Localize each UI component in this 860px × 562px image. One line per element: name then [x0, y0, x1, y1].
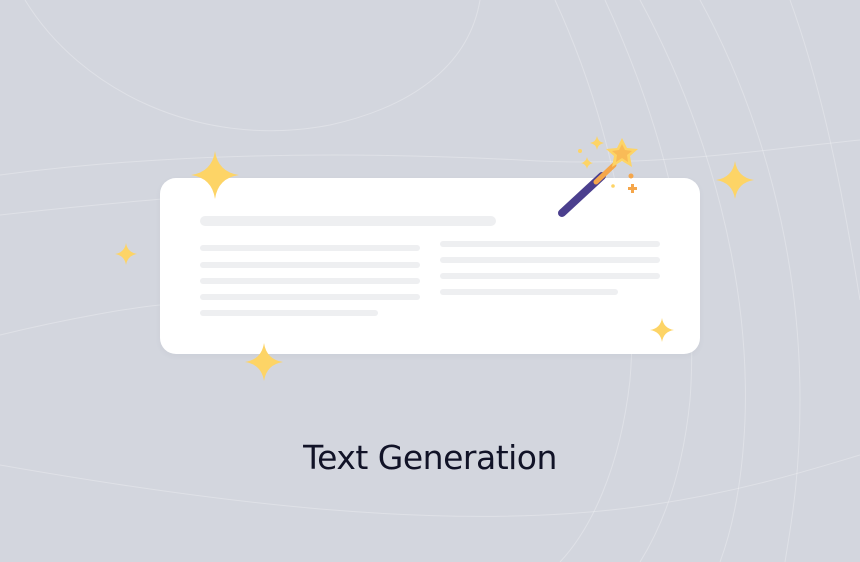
magic-wand-icon: [558, 136, 638, 217]
placeholder-title-line: [200, 216, 496, 226]
sparkle-icon: [245, 343, 283, 381]
placeholder-text-line: [440, 273, 660, 279]
placeholder-text-line: [440, 289, 618, 295]
placeholder-text-line: [200, 262, 420, 268]
placeholder-text-line: [200, 310, 378, 316]
sparkle-icon: [650, 318, 674, 342]
placeholder-text-line: [440, 241, 660, 247]
sparkle-icon: [115, 243, 137, 265]
placeholder-text-line: [200, 278, 420, 284]
sparkle-icon: [191, 151, 239, 199]
caption-title: Text Generation: [303, 438, 557, 477]
placeholder-text-line: [440, 257, 660, 263]
sparkle-icon: [716, 161, 754, 199]
placeholder-text-line: [200, 245, 420, 251]
placeholder-text-line: [200, 294, 420, 300]
illustration-stage: Text Generation: [0, 0, 860, 562]
